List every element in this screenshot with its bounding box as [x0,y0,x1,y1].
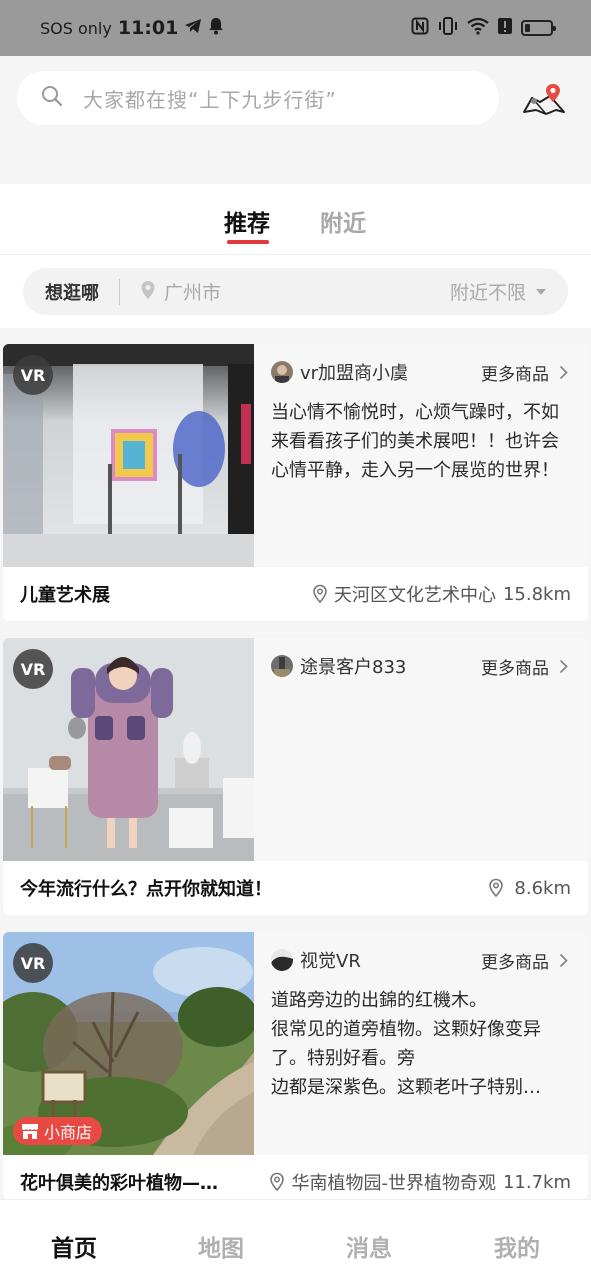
location-pin-icon [270,1172,285,1192]
merchant-row: vr加盟商小虞 更多商品 [271,359,568,385]
post-card[interactable]: VR 途景客户833 更多商品 今年流行什么？点开你就知道！ 8.6km [3,638,588,915]
location-name: 天河区文化艺术中心 [333,585,496,606]
merchant-row: 途景客户833 更多商品 [271,653,568,679]
shop-icon [22,1124,38,1139]
alert-icon [498,17,512,39]
vibrate-icon [438,17,458,39]
post-card[interactable]: VR vr加盟商小虞 更多商品 当心情不愉悦时，心烦气躁时，不如来看看孩子们的美… [3,344,588,621]
header: 大家都在搜“上下九步行街” [0,56,591,184]
chevron-right-icon [559,953,568,967]
card-image[interactable]: VR [3,638,254,861]
bell-icon [208,17,224,39]
nav-messages[interactable]: 消息 [329,1229,409,1263]
card-info: 视觉VR 更多商品 道路旁边的出錦的红機木。 很常见的道旁植物。这颗好像变异了。… [254,932,588,1155]
shop-badge: 小商店 [13,1117,103,1145]
location-distance: 15.8km [502,583,571,605]
search-placeholder: 大家都在搜“上下九步行街” [83,87,337,112]
merchant-name[interactable]: vr加盟商小虞 [300,359,408,385]
carrier-text: SOS only [40,18,112,38]
filter-bar: 想逛哪 广州市 附近不限 [23,268,568,315]
card-image[interactable]: VR [3,344,254,567]
filter-divider [119,278,120,305]
avatar[interactable] [271,361,293,383]
more-products-label: 更多商品 [481,364,549,385]
filter-area: 想逛哪 广州市 附近不限 [0,255,591,328]
nfc-icon [411,17,429,39]
card-bottom: 今年流行什么？点开你就知道！ 8.6km [3,861,588,915]
location-pin-icon [140,280,156,304]
card-info: 途景客户833 更多商品 [254,638,588,861]
location-pin-icon [313,584,327,604]
telegram-icon [184,18,202,38]
avatar[interactable] [271,949,293,971]
nav-home[interactable]: 首页 [34,1229,114,1263]
card-title[interactable]: 花叶俱美的彩叶植物—… [20,1169,218,1195]
wifi-icon [467,17,489,39]
more-products-link[interactable]: 更多商品 [481,654,568,679]
tab-bar: 推荐 附近 [0,184,591,255]
card-bottom: 花叶俱美的彩叶植物—… 华南植物园-世界植物奇观 11.7km [3,1155,588,1199]
card-description: 当心情不愉悦时，心烦气躁时，不如来看看孩子们的美术展吧！！也许会心情平静，走入另… [271,402,559,481]
post-card[interactable]: VR 小商店 视觉VR 更多商品 道路旁边的出錦的红機木。 很常见的道旁植物。这… [3,932,588,1199]
merchant-name[interactable]: 途景客户833 [300,653,406,679]
search-icon [41,85,63,111]
battery-fill [525,24,530,32]
nav-profile[interactable]: 我的 [477,1229,557,1263]
card-image[interactable]: VR 小商店 [3,932,254,1155]
tab-recommend[interactable]: 推荐 [224,204,270,238]
card-bottom: 儿童艺术展 天河区文化艺术中心 15.8km [3,567,588,621]
shop-badge-label: 小商店 [44,1123,93,1142]
filter-label: 想逛哪 [45,282,99,304]
battery-icon [521,20,556,36]
more-products-link[interactable]: 更多商品 [481,360,568,385]
card-title[interactable]: 今年流行什么？点开你就知道！ [20,875,272,901]
more-products-link[interactable]: 更多商品 [481,948,568,973]
bottom-nav: 首页 地图 消息 我的 [0,1199,591,1280]
card-title[interactable]: 儿童艺术展 [20,581,110,607]
chevron-right-icon [559,365,568,379]
location-pin-icon [489,878,504,898]
vr-badge: VR [13,943,53,983]
card-description: 道路旁边的出錦的红機木。 很常见的道旁植物。这颗好像变异了。特别好看。旁 边都是… [271,990,541,1098]
more-products-label: 更多商品 [481,952,549,973]
card-top: VR vr加盟商小虞 更多商品 当心情不愉悦时，心烦气躁时，不如来看看孩子们的美… [3,344,588,567]
card-info: vr加盟商小虞 更多商品 当心情不愉悦时，心烦气躁时，不如来看看孩子们的美术展吧… [254,344,588,567]
status-bar: SOS only 11:01 [0,0,591,56]
map-pin-icon[interactable] [520,80,568,120]
nav-map[interactable]: 地图 [181,1229,261,1263]
distance-dropdown[interactable]: 附近不限 [450,278,526,305]
tab-indicator [227,240,269,244]
card-description [271,692,568,808]
location-distance: 11.7km [502,1171,571,1193]
city-selector[interactable]: 广州市 [164,278,221,305]
card-top: VR 途景客户833 更多商品 [3,638,588,861]
status-left: SOS only 11:01 [40,17,224,39]
card-top: VR 小商店 视觉VR 更多商品 道路旁边的出錦的红機木。 很常见的道旁植物。这… [3,932,588,1155]
chevron-right-icon [559,659,568,673]
clock: 11:01 [117,17,179,39]
status-right [411,17,556,39]
vr-badge: VR [13,355,53,395]
more-products-label: 更多商品 [481,658,549,679]
card-location: 天河区文化艺术中心 15.8km [312,581,571,607]
avatar[interactable] [271,655,293,677]
merchant-row: 视觉VR 更多商品 [271,947,568,973]
vr-badge: VR [13,649,53,689]
card-location: 华南植物园-世界植物奇观 11.7km [269,1169,571,1195]
search-input[interactable]: 大家都在搜“上下九步行街” [17,71,499,125]
caret-down-icon[interactable] [536,288,546,295]
card-location: 8.6km [488,878,571,899]
tab-nearby[interactable]: 附近 [320,204,366,238]
merchant-name[interactable]: 视觉VR [300,947,361,973]
location-distance: 8.6km [514,877,571,899]
location-name: 华南植物园-世界植物奇观 [291,1173,496,1194]
